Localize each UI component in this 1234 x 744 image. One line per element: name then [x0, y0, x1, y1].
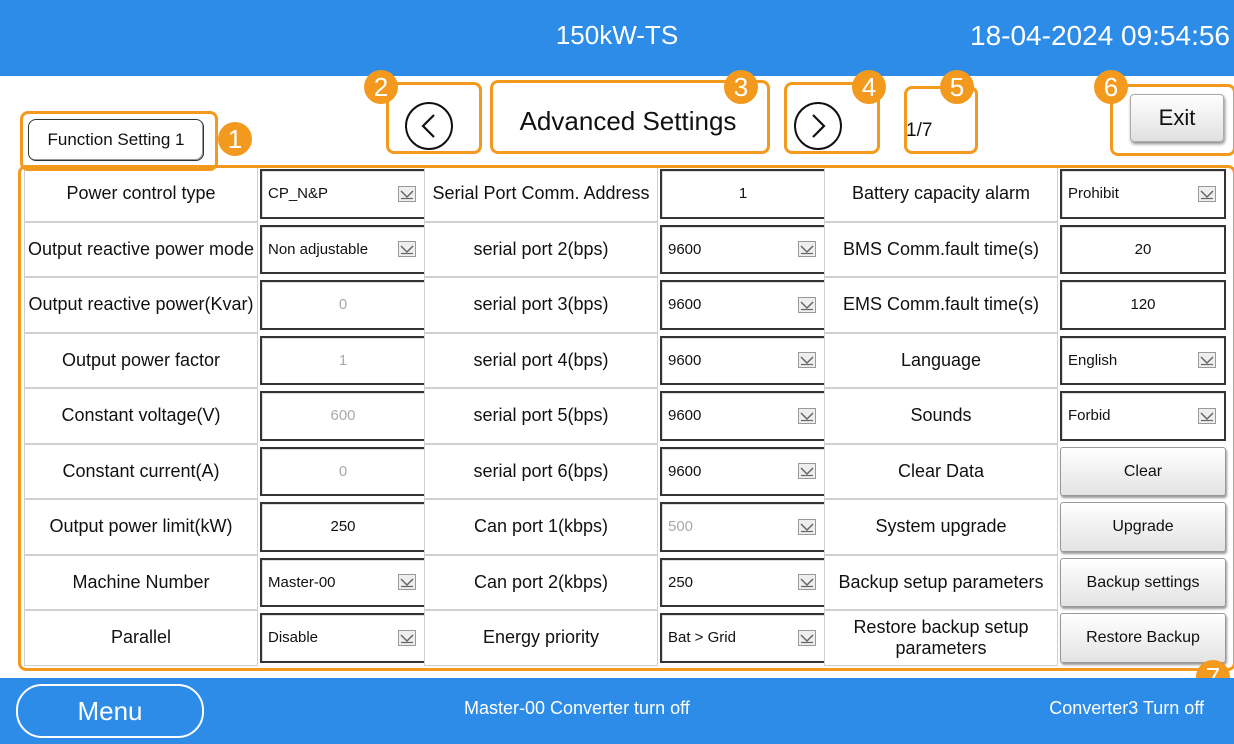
date-time: 18-04-2024 09:54:56	[970, 20, 1230, 51]
callout-badge-1: 1	[218, 122, 252, 156]
callout-badge-6: 6	[1094, 70, 1128, 104]
callout-badge-3: 3	[724, 70, 758, 104]
status-message: Master-00 Converter turn off	[464, 698, 690, 718]
callout-badge-4: 4	[852, 70, 886, 104]
callout-box-2	[386, 82, 482, 154]
callout-box-7	[18, 165, 1234, 671]
callout-box-6	[1110, 84, 1234, 156]
menu-button[interactable]: Menu	[16, 684, 204, 738]
callout-badge-5: 5	[940, 70, 974, 104]
bottom-bar: Menu Master-00 Converter turn off Conver…	[0, 678, 1234, 744]
callout-box-1	[20, 111, 218, 171]
callout-badge-2: 2	[364, 70, 398, 104]
top-bar: 150kW-TS 18-04-2024 09:54:56	[0, 0, 1234, 76]
converter-status: Converter3 Turn off	[1049, 698, 1204, 718]
